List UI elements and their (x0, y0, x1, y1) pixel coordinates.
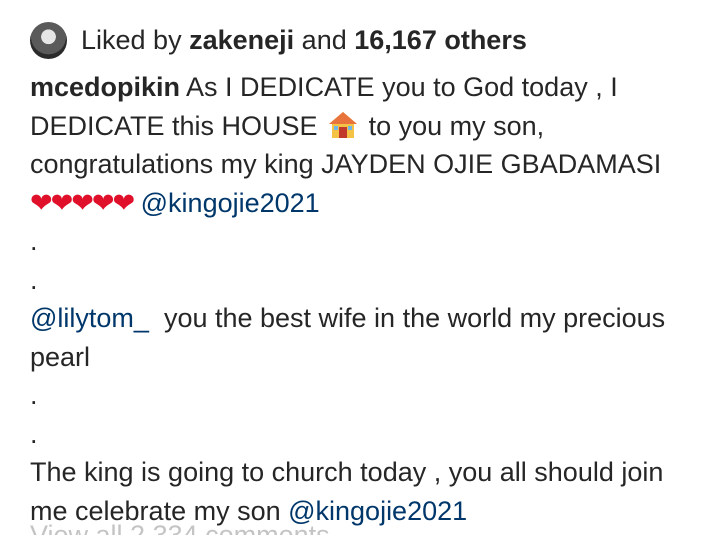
caption-text: you the best wife in the world my precio… (148, 303, 666, 333)
view-all-comments-link[interactable]: View all 2,334 comments (30, 520, 330, 535)
likes-row[interactable]: Liked by zakeneji and 16,167 others (30, 20, 527, 60)
caption-text: congratulations my king JAYDEN OJIE GBAD… (30, 149, 662, 179)
caption-text: As I DEDICATE you to God today , I (180, 72, 618, 102)
mention-link[interactable]: @kingojie2021 (141, 188, 320, 218)
caption-text: DEDICATE this HOUSE (30, 110, 318, 141)
caption-line: mcedopikin As I DEDICATE you to God toda… (30, 68, 705, 107)
caption-text: to you my son, (361, 110, 545, 141)
caption-text: pearl (30, 341, 91, 372)
likes-text: Liked by zakeneji and 16,167 others (81, 25, 527, 56)
caption-line: pearl (30, 338, 705, 377)
caption-username[interactable]: mcedopikin (30, 72, 180, 102)
post-caption: mcedopikin As I DEDICATE you to God toda… (30, 68, 705, 530)
mention-link[interactable]: @lilytom_ (30, 303, 149, 333)
caption-line: ❤❤❤❤❤ @kingojie2021 (30, 184, 705, 223)
caption-dot: . (30, 226, 38, 256)
caption-dot: . (30, 380, 38, 410)
caption-dot: . (30, 418, 38, 449)
caption-line: DEDICATE this HOUSE to you my son, (30, 107, 705, 146)
likes-count[interactable]: 16,167 others (354, 25, 527, 55)
caption-line: @lilytom_ you the best wife in the world… (30, 299, 705, 338)
liker-avatar[interactable] (30, 21, 67, 59)
caption-line: The king is going to church today , you … (30, 453, 705, 492)
caption-dot: . (30, 264, 38, 295)
red-hearts-icon: ❤❤❤❤❤ (30, 187, 135, 218)
house-emoji-icon (329, 111, 358, 138)
likes-and: and (301, 24, 347, 55)
liker-username[interactable]: zakeneji (189, 25, 294, 55)
likes-prefix: Liked by (81, 24, 182, 55)
instagram-post-caption: Liked by zakeneji and 16,167 others mced… (0, 0, 720, 535)
caption-text: The king is going to church today , you … (30, 457, 664, 487)
caption-line: congratulations my king JAYDEN OJIE GBAD… (30, 145, 705, 184)
